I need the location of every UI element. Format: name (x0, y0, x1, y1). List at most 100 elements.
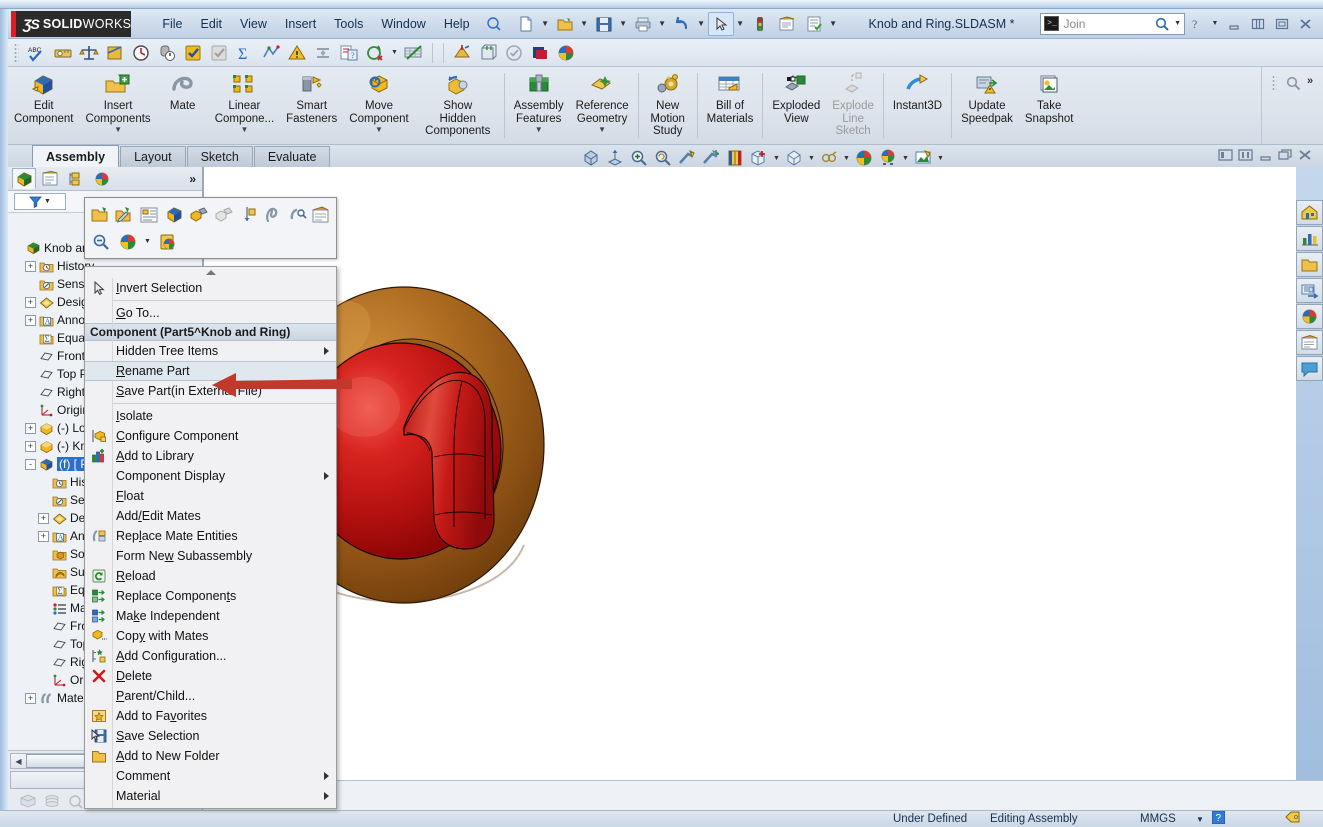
zoom-to-selection-icon[interactable] (89, 230, 113, 254)
hide-show-caret-icon[interactable]: ▼ (772, 147, 781, 169)
design-checker-caret-icon[interactable]: ▼ (389, 49, 400, 56)
menu-add-configuration[interactable]: Add Configuration... (85, 646, 336, 666)
sw-resources-home-icon[interactable] (1296, 200, 1323, 225)
view-palette-icon[interactable] (1296, 278, 1323, 303)
measure-grid-icon[interactable] (402, 41, 426, 65)
view-settings-icon[interactable] (877, 147, 899, 169)
scene-image-caret-icon[interactable]: ▼ (936, 147, 945, 169)
ribbon-show-hidden-components[interactable]: Show Hidden Components (415, 67, 501, 144)
menu-file[interactable]: File (153, 14, 191, 34)
appearance-square-icon[interactable] (528, 41, 552, 65)
motion-study-tab-icon[interactable] (42, 792, 62, 810)
hide-components-icon[interactable] (187, 203, 209, 227)
scroll-left-arrow-icon[interactable]: ◀ (11, 754, 26, 768)
geometry-analysis-icon[interactable] (259, 41, 283, 65)
render-sphere-icon[interactable] (554, 41, 578, 65)
status-units[interactable]: MMGS (1140, 813, 1176, 825)
ribbon-insert-components[interactable]: Insert Components ▼ (79, 67, 156, 144)
equations-sigma-icon[interactable]: Σ (233, 41, 257, 65)
display-mode-icon[interactable] (783, 147, 805, 169)
status-tag-icon[interactable] (1285, 811, 1301, 827)
3d-views-tab-icon[interactable] (66, 792, 86, 810)
ribbon-move-component[interactable]: Move Component ▼ (343, 67, 414, 144)
options-icon[interactable] (774, 12, 800, 36)
ribbon-smart-fasteners[interactable]: Smart Fasteners (280, 67, 343, 144)
ribbon-take-snapshot[interactable]: Take Snapshot (1019, 67, 1080, 144)
ribbon-mate[interactable]: Mate (157, 67, 209, 144)
select-caret-icon[interactable]: ▼ (735, 13, 746, 35)
menu-isolate[interactable]: Isolate (85, 406, 336, 426)
menu-invert-selection[interactable]: Invert Selection (85, 278, 336, 298)
file-explorer-icon[interactable] (1296, 252, 1323, 277)
print-caret-icon[interactable]: ▼ (657, 13, 668, 35)
section-view-icon[interactable] (676, 147, 698, 169)
comment-icon[interactable] (310, 203, 332, 227)
menu-delete[interactable]: Delete (85, 666, 336, 686)
search-icon[interactable] (1154, 16, 1170, 32)
tab-assembly[interactable]: Assembly (32, 145, 120, 167)
display-style-icon[interactable] (724, 147, 746, 169)
menu-window[interactable]: Window (372, 14, 434, 34)
ribbon-new-motion-study[interactable]: New Motion Study (642, 67, 694, 144)
new-document-caret-icon[interactable]: ▼ (540, 13, 551, 35)
tab-sketch[interactable]: Sketch (186, 146, 253, 167)
menu-tools[interactable]: Tools (325, 14, 372, 34)
undo-icon[interactable] (669, 12, 695, 36)
design-library-icon[interactable] (1296, 226, 1323, 251)
clearance-verification-icon[interactable] (311, 41, 335, 65)
tile-vertically-icon[interactable] (1238, 148, 1253, 165)
restore-icon[interactable] (1278, 148, 1293, 165)
edit-appearance-icon[interactable] (818, 147, 840, 169)
document-properties-icon[interactable] (801, 12, 827, 36)
expand-node-icon[interactable]: + (25, 440, 36, 452)
custom-properties-icon[interactable] (1296, 330, 1323, 355)
edit-part-icon[interactable] (114, 203, 136, 227)
menu-replace-mate-entities[interactable]: Replace Mate Entities (85, 526, 336, 546)
menu-save-part[interactable]: Save Part(in External File) (85, 381, 336, 401)
toolbar-gripper[interactable] (14, 42, 19, 63)
menu-copy-with-mates[interactable]: Copy with Mates (85, 626, 336, 646)
menu-parent-child[interactable]: Parent/Child... (85, 686, 336, 706)
appearance-caret-icon[interactable]: ▼ (842, 147, 851, 169)
expand-node-icon[interactable]: + (25, 296, 36, 308)
menu-insert[interactable]: Insert (276, 14, 325, 34)
help-caret-icon[interactable]: ▼ (1209, 14, 1221, 34)
document-properties-caret-icon[interactable]: ▼ (828, 13, 839, 35)
close-icon[interactable] (1295, 14, 1317, 34)
expand-node-icon[interactable]: + (38, 512, 49, 524)
menu-component-display[interactable]: Component Display (85, 466, 336, 486)
pin-menu-icon[interactable] (485, 15, 503, 33)
status-help-icon[interactable]: ? (1211, 810, 1226, 827)
apply-scene-icon[interactable] (853, 147, 875, 169)
hide-show-items-icon[interactable] (748, 147, 770, 169)
menu-configure-component[interactable]: Configure Component (85, 426, 336, 446)
simulation-icon[interactable] (450, 41, 474, 65)
ribbon-reference-geometry[interactable]: Reference Geometry ▼ (570, 67, 635, 144)
menu-scroll-up-icon[interactable] (85, 267, 336, 278)
ribbon-edit-component[interactable]: Edit Component (8, 67, 79, 144)
menu-comment[interactable]: Comment (85, 766, 336, 786)
open-caret-icon[interactable]: ▼ (579, 13, 590, 35)
expand-node-icon[interactable]: + (38, 530, 49, 542)
sensor-icon[interactable] (129, 41, 153, 65)
spell-check-icon[interactable]: ABC (25, 41, 49, 65)
ribbon-bill-of-materials[interactable]: Bill of Materials (701, 67, 760, 144)
flow-simulation-icon[interactable] (476, 41, 500, 65)
section-properties-icon[interactable] (103, 41, 127, 65)
tile-vertically-icon[interactable] (1247, 14, 1269, 34)
chevron-down-icon[interactable]: ▼ (114, 126, 122, 134)
tile-horizontally-icon[interactable] (1218, 148, 1233, 165)
expand-node-icon[interactable]: + (25, 260, 36, 272)
ribbon-gripper[interactable] (1271, 75, 1277, 91)
ribbon-expand-icon[interactable]: » (1307, 75, 1313, 87)
view-orientation-icon[interactable] (700, 147, 722, 169)
menu-save-selection[interactable]: Save Selection (85, 726, 336, 746)
ribbon-linear-component-pattern[interactable]: Linear Compone... ▼ (209, 67, 280, 144)
configuration-manager-icon[interactable] (64, 168, 88, 189)
properties-icon[interactable] (138, 203, 160, 227)
show-components-icon[interactable] (212, 203, 234, 227)
performance-evaluation-icon[interactable] (155, 41, 179, 65)
menu-help[interactable]: Help (435, 14, 479, 34)
change-transparency-icon[interactable] (237, 203, 259, 227)
open-folder-icon[interactable] (552, 12, 578, 36)
